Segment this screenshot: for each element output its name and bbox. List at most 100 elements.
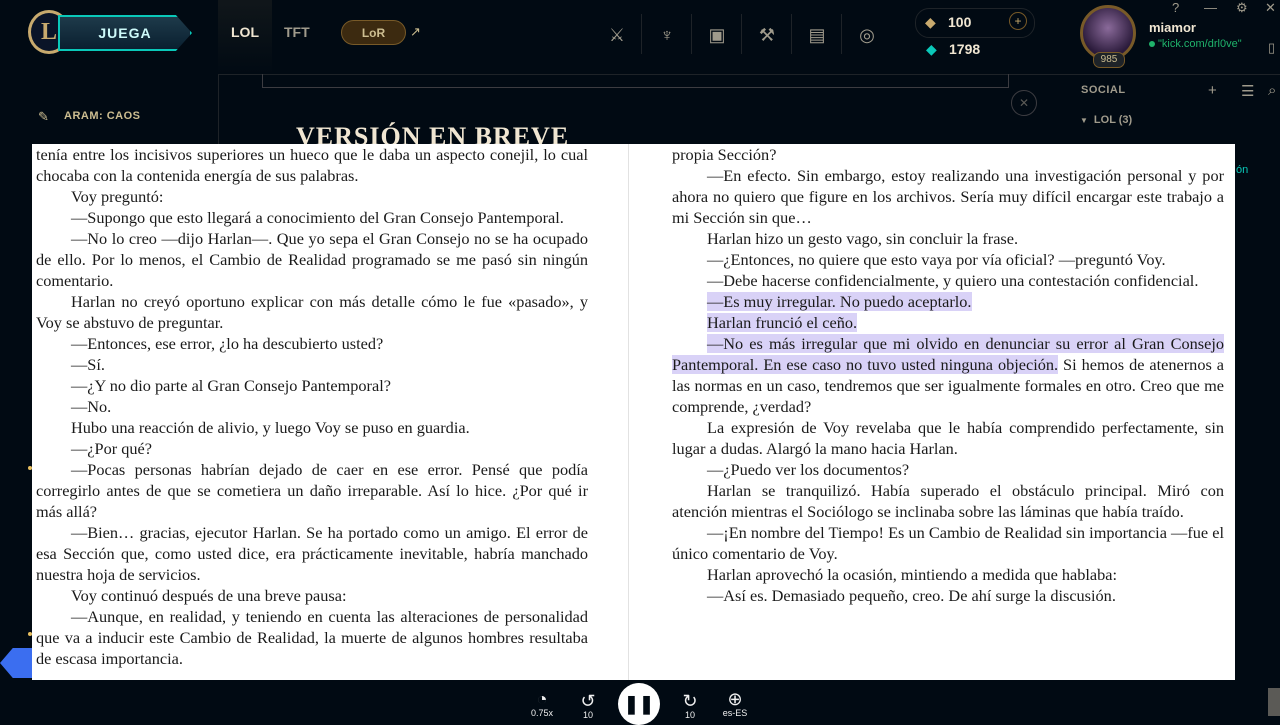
crafting-icon[interactable]: ⚒ [752, 20, 782, 50]
book-paragraph: Harlan frunció el ceño. [672, 312, 1224, 333]
collapse-icon[interactable]: ▯ [1268, 40, 1275, 56]
book-paragraph: Hubo una reacción de alivio, y luego Voy… [36, 417, 588, 438]
paragraph-text: Hubo una reacción de alivio, y luego Voy… [71, 418, 470, 437]
paragraph-text: —Así es. Demasiado pequeño, creo. De ahí… [707, 586, 1116, 605]
forward-icon: ↻ [682, 691, 698, 711]
book-paragraph: —En efecto. Sin embargo, estoy realizand… [672, 165, 1224, 228]
book-paragraph: —Debe hacerse confidencialmente, y quier… [672, 270, 1224, 291]
tft-pass-icon[interactable]: ♆ [652, 20, 682, 50]
rewind-button[interactable]: ↺ 10 [574, 692, 602, 720]
paragraph-text: La expresión de Voy revelaba que le habí… [672, 418, 1224, 458]
toolbar-divider [691, 14, 692, 54]
book-paragraph: propia Sección? [672, 144, 1224, 165]
top-navigation-bar: L JUEGA LOL TFT LoR ↗ ⚔ ♆ ▣ ⚒ ▤ ◎ ◆ 100 … [0, 0, 1280, 75]
language-button[interactable]: ⊕ es-ES [718, 690, 752, 718]
paragraph-text: Harlan aprovechó la ocasión, mintiendo a… [707, 565, 1118, 584]
book-paragraph: Harlan no creyó oportuno explicar con má… [36, 291, 588, 333]
friend-status-peek: ón [1236, 164, 1249, 176]
book-paragraph: —No. [36, 396, 588, 417]
tab-lol[interactable]: LOL [231, 24, 259, 40]
forward-seconds: 10 [684, 710, 695, 720]
left-page[interactable]: tenía entre los incisivos superiores un … [36, 144, 588, 680]
help-icon[interactable]: ? [1172, 0, 1179, 15]
clash-icon[interactable]: ⚔ [602, 20, 632, 50]
book-reader[interactable]: tenía entre los incisivos superiores un … [32, 144, 1235, 680]
book-paragraph: —¿Por qué? [36, 438, 588, 459]
paragraph-text: —¿Puedo ver los documentos? [707, 460, 910, 479]
friend-group-lol[interactable]: ▼ LOL (3) [1080, 114, 1132, 126]
tab-tft[interactable]: TFT [284, 24, 310, 40]
riot-points-icon: ◆ [925, 14, 936, 30]
globe-icon: ⊕ [727, 689, 743, 709]
paragraph-text: —No. [71, 397, 112, 416]
friend-group-label: LOL (3) [1093, 114, 1133, 126]
book-paragraph: —Aunque, en realidad, y teniendo en cuen… [36, 606, 588, 669]
buy-rp-button[interactable]: + [1009, 12, 1027, 30]
speed-control[interactable]: ◔ 0.75x [527, 690, 557, 718]
pause-button[interactable]: ❚❚ [618, 683, 660, 725]
speedometer-icon: ◔ [536, 689, 548, 709]
paragraph-text: —Aunque, en realidad, y teniendo en cuen… [36, 607, 588, 668]
paragraph-text: —Pocas personas habrían dejado de caer e… [36, 460, 588, 521]
lor-label: LoR [361, 25, 386, 40]
play-button[interactable]: JUEGA [58, 15, 192, 51]
mute-icon[interactable]: ✕ [1011, 90, 1037, 116]
book-paragraph: Harlan aprovechó la ocasión, mintiendo a… [672, 564, 1224, 585]
paragraph-text: —¡En nombre del Tiempo! Es un Cambio de … [672, 523, 1224, 563]
username[interactable]: miamor [1149, 20, 1196, 35]
highlighted-text[interactable]: Harlan frunció el ceño. [707, 313, 858, 332]
toolbar-divider [841, 14, 842, 54]
paragraph-text: Harlan hizo un gesto vago, sin concluir … [707, 229, 1019, 248]
toolbar-divider [741, 14, 742, 54]
external-link-icon: ↗ [410, 24, 421, 39]
minimize-icon[interactable]: — [1204, 0, 1217, 15]
summoner-level: 985 [1093, 52, 1125, 68]
book-paragraph: —¡En nombre del Tiempo! Es un Cambio de … [672, 522, 1224, 564]
rewind-icon: ↺ [580, 691, 596, 711]
book-paragraph: —¿Y no dio parte al Gran Consejo Pantemp… [36, 375, 588, 396]
close-icon[interactable]: ✕ [1265, 0, 1276, 16]
book-paragraph: —¿Puedo ver los documentos? [672, 459, 1224, 480]
book-paragraph: Voy preguntó: [36, 186, 588, 207]
paragraph-text: Voy continuó después de una breve pausa: [71, 586, 347, 605]
book-paragraph: —Bien… gracias, ejecutor Harlan. Se ha p… [36, 522, 588, 585]
settings-icon[interactable]: ⚙ [1236, 0, 1248, 16]
language-label: es-ES [722, 708, 748, 718]
add-friend-icon[interactable]: + [1208, 82, 1217, 99]
book-paragraph: Voy continuó después de una breve pausa: [36, 585, 588, 606]
paragraph-text: —¿Entonces, no quiere que esto vaya por … [707, 250, 1166, 269]
book-paragraph: tenía entre los incisivos superiores un … [36, 144, 588, 186]
loot-icon[interactable]: ◎ [852, 20, 882, 50]
book-paragraph: —Supongo que esto llegará a conocimiento… [36, 207, 588, 228]
toolbar-divider [641, 14, 642, 54]
riot-points-value: 100 [948, 14, 972, 30]
paragraph-text: propia Sección? [672, 145, 777, 164]
status-message[interactable]: "kick.com/drl0ve" [1149, 38, 1242, 50]
book-paragraph: —Es muy irregular. No puedo aceptarlo. [672, 291, 1224, 312]
collection-icon[interactable]: ▤ [802, 20, 832, 50]
lor-button[interactable]: LoR [341, 20, 406, 45]
search-icon[interactable]: ⌕ [1268, 82, 1276, 99]
book-paragraph: Harlan hizo un gesto vago, sin concluir … [672, 228, 1224, 249]
page-divider [628, 144, 629, 680]
right-page[interactable]: propia Sección? —En efecto. Sin embargo, … [672, 144, 1224, 680]
paragraph-text: —Entonces, ese error, ¿lo ha descubierto… [71, 334, 384, 353]
settings-corner-icon[interactable] [1268, 688, 1280, 716]
book-paragraph: —¿Entonces, no quiere que esto vaya por … [672, 249, 1224, 270]
social-title: SOCIAL [1081, 84, 1126, 96]
store-icon[interactable]: ▣ [702, 20, 732, 50]
book-paragraph: —No es más irregular que mi olvido en de… [672, 333, 1224, 417]
toolbar-divider [791, 14, 792, 54]
friend-list-icon[interactable]: ☰ [1241, 82, 1254, 100]
book-paragraph: —No lo creo —dijo Harlan—. Que yo sepa e… [36, 228, 588, 291]
book-paragraph: —Pocas personas habrían dejado de caer e… [36, 459, 588, 522]
paragraph-text: Harlan se tranquilizó. Había superado el… [672, 481, 1224, 521]
forward-button[interactable]: ↻ 10 [676, 692, 704, 720]
game-mode-icon: ✎ [38, 109, 49, 124]
paragraph-text: —Sí. [71, 355, 105, 374]
highlighted-text[interactable]: —Es muy irregular. No puedo aceptarlo. [707, 292, 972, 311]
paragraph-text: Harlan no creyó oportuno explicar con má… [36, 292, 588, 332]
book-paragraph: Harlan se tranquilizó. Había superado el… [672, 480, 1224, 522]
blue-essence-value: 1798 [949, 41, 981, 57]
book-paragraph: —Así es. Demasiado pequeño, creo. De ahí… [672, 585, 1224, 606]
